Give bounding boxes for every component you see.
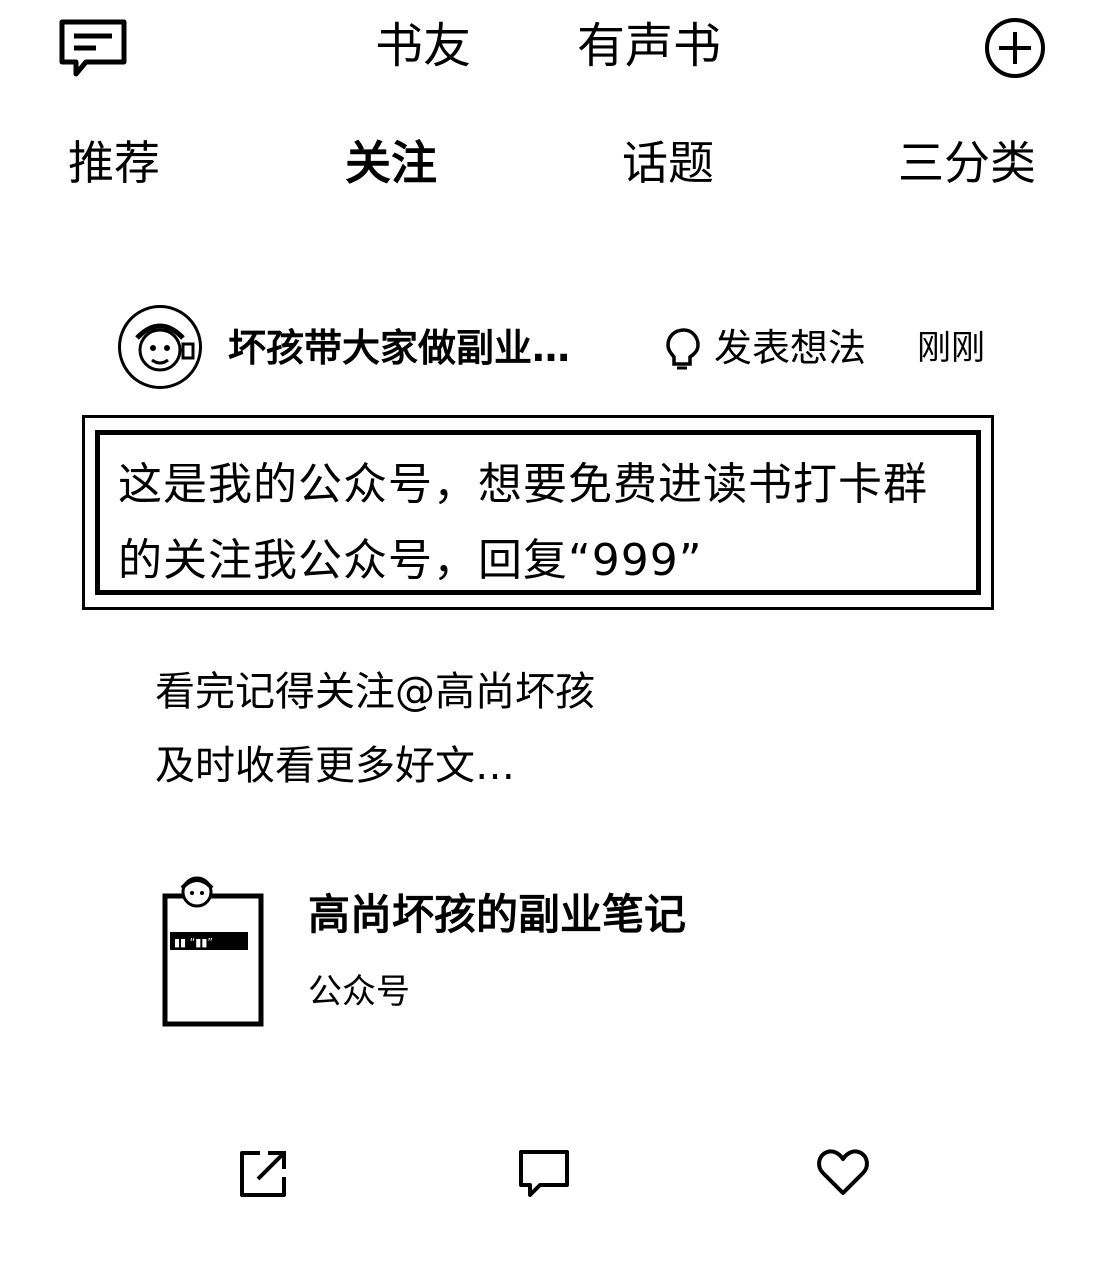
tab-book-friends[interactable]: 书友: [375, 14, 471, 78]
card-title[interactable]: 高尚坏孩的副业笔记: [308, 886, 686, 944]
heart-icon[interactable]: [815, 1145, 871, 1201]
tab-categories[interactable]: 三分类: [898, 132, 1036, 194]
card-thumbnail[interactable]: ▮▮ “▮▮”: [162, 872, 264, 1028]
post-action-label: 发表想法: [714, 326, 867, 370]
add-icon[interactable]: [983, 16, 1047, 80]
tab-recommend[interactable]: 推荐: [68, 132, 160, 194]
post-timestamp: 刚刚: [917, 328, 985, 368]
avatar-image: [135, 323, 195, 372]
message-icon[interactable]: [58, 18, 128, 78]
highlight-text: 这是我的公众号，想要免费进读书打卡群的关注我公众号，回复“999”: [118, 459, 928, 586]
tab-topics[interactable]: 话题: [622, 132, 714, 194]
avatar[interactable]: [118, 305, 202, 389]
highlight-box: 这是我的公众号，想要免费进读书打卡群的关注我公众号，回复“999”: [82, 415, 994, 610]
author-name[interactable]: 坏孩带大家做副业…: [228, 322, 570, 374]
share-icon[interactable]: [236, 1145, 292, 1201]
post-body-line: 及时收看更多好文…: [155, 743, 515, 789]
svg-text:▮▮ “▮▮”: ▮▮ “▮▮”: [174, 936, 213, 949]
post-body-line: 看完记得关注@高尚坏孩: [155, 669, 595, 715]
lightbulb-icon: [666, 328, 700, 370]
tab-audiobooks[interactable]: 有声书: [577, 14, 721, 78]
tab-following[interactable]: 关注: [345, 132, 437, 194]
card-subtitle: 公众号: [308, 972, 410, 1012]
comment-icon[interactable]: [516, 1145, 572, 1201]
